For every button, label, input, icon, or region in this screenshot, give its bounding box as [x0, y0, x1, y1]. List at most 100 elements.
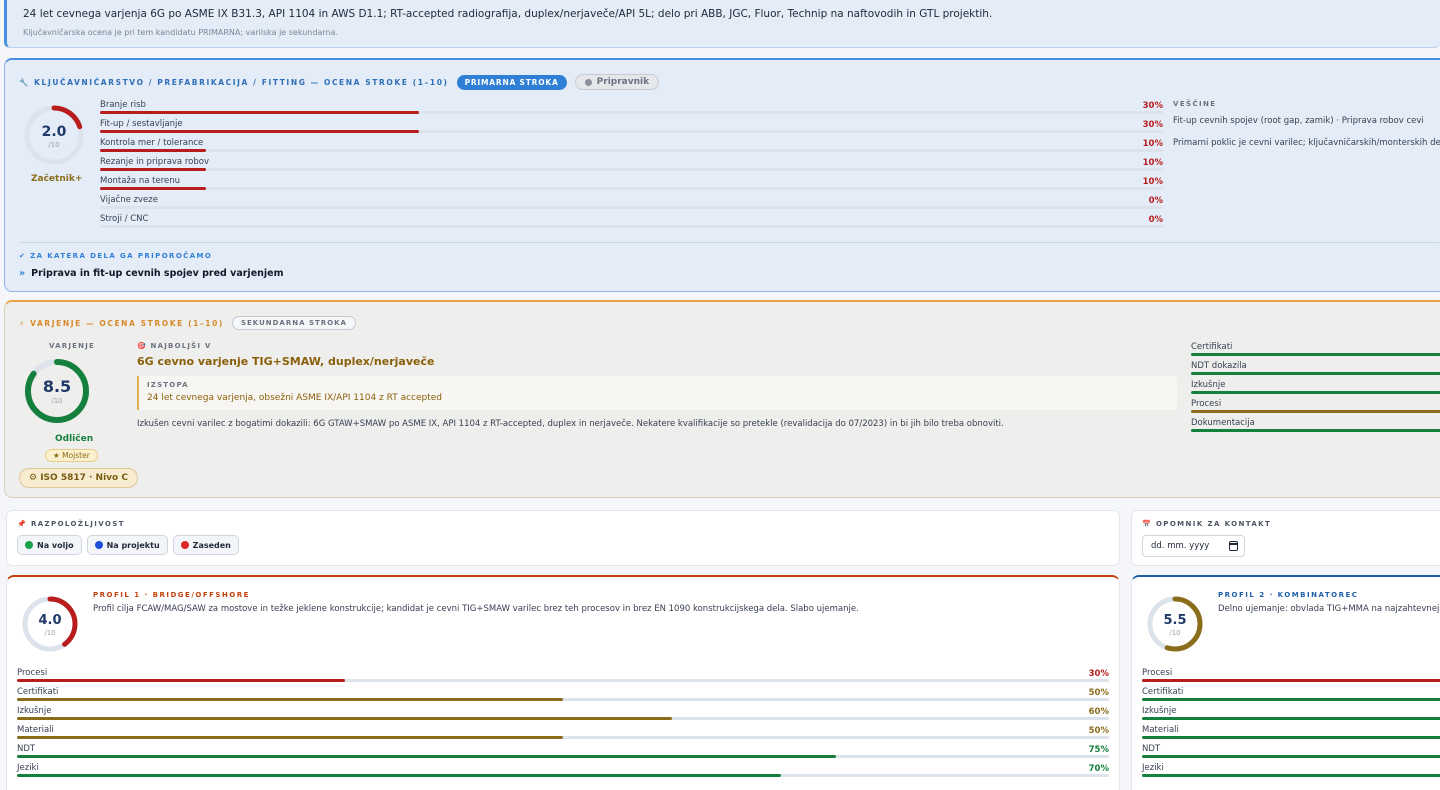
welding-side-bar-row: Izkušnje — [1191, 380, 1440, 399]
profile-1-bar-row: Certifikati 50% — [17, 687, 1109, 706]
fitting-bar-percent: 30% — [1142, 120, 1163, 130]
fitting-bar-row: Vijačne zveze 0% — [100, 195, 1165, 214]
status-dot-icon — [25, 541, 33, 549]
profile-1-bars: Procesi 30% Certifikati 50% Izkušnje 60% Mater… — [17, 668, 1109, 782]
profile-1-bar-fill — [17, 679, 345, 682]
profile-card-1: 4.0 /10 PROFIL 1 · BRIDGE/OFFSHORE Profi… — [6, 575, 1120, 790]
fitting-bar-fill — [100, 168, 207, 171]
fitting-assessment-section: 🔧 KLJUČAVNIČARSTVO / PREFABRIKACIJA / FI… — [4, 58, 1440, 292]
skills-column: VEŠČINE Fit-up cevnih spojev (root gap, … — [1173, 100, 1440, 148]
fitting-bar-percent: 10% — [1142, 139, 1163, 149]
profile-2-bar-label: Certifikati — [1142, 687, 1184, 697]
fitting-bar-row: Kontrola mer / tolerance 10% — [100, 138, 1165, 157]
best-at-panel: 🎯 NAJBOLJŠI V 6G cevno varjenje TIG+SMAW… — [137, 342, 1177, 429]
welding-description: Izkušen cevni varilec z bogatimi dokazil… — [137, 419, 1004, 429]
fitting-bar-track — [100, 130, 1163, 133]
fitting-bar-row: Branje risb 30% — [100, 100, 1165, 119]
profile-1-bar-row: Izkušnje 60% — [17, 706, 1109, 725]
profile-2-bar-row: Certifikati — [1142, 687, 1440, 706]
availability-option-label: Zaseden — [192, 540, 231, 550]
fitting-bar-track — [100, 149, 1163, 152]
bullet-icon: » — [19, 268, 26, 279]
profile-2-bar-track — [1142, 679, 1440, 682]
fitting-bar-track — [100, 206, 1163, 209]
fitting-bar-fill — [100, 111, 419, 114]
welding-side-bar-track — [1191, 353, 1440, 356]
profile-1-score-unit: /10 — [44, 629, 56, 637]
fitting-score-value: 2.0 — [41, 124, 67, 140]
status-dot-icon — [94, 541, 103, 549]
profile-1-bar-percent: 30% — [1088, 669, 1109, 679]
welding-side-bar-row: NDT dokazila — [1191, 361, 1440, 380]
profile-2-bar-fill — [1142, 679, 1440, 682]
profile-1-bar-percent: 75% — [1088, 745, 1109, 755]
date-placeholder: dd. mm. yyyy — [1151, 541, 1210, 551]
contact-date-input[interactable]: dd. mm. yyyy — [1142, 535, 1245, 557]
fitting-bar-percent: 0% — [1148, 196, 1163, 206]
welding-side-bar-track — [1191, 391, 1440, 394]
availability-option[interactable]: Zaseden — [172, 535, 239, 555]
fitting-score-unit: /10 — [48, 141, 60, 149]
fitting-bar-row: Fit-up / sestavljanje 30% — [100, 119, 1165, 138]
profile-2-bar-track — [1142, 698, 1440, 701]
recommend-label: ✔ ZA KATERA DELA GA PRIPOROČAMO — [19, 252, 213, 260]
welding-side-bar-fill — [1191, 410, 1440, 413]
standout-label: IZSTOPA — [147, 381, 189, 389]
profile-1-bar-track — [17, 679, 1109, 682]
profile-2-bar-label: NDT — [1142, 744, 1161, 754]
fitting-bar-track — [100, 111, 1163, 114]
standout-box: IZSTOPA 24 let cevnega varjenja, obsežni… — [137, 376, 1177, 410]
availability-option-label: Na voljo — [37, 540, 74, 550]
profile-2-score-gauge: 5.5 /10 — [1146, 595, 1204, 653]
fitting-bar-track — [100, 225, 1163, 228]
profile-1-bar-fill — [17, 774, 782, 777]
welding-section-title: ⚡ VARJENJE — OCENA STROKE (1–10) — [19, 318, 224, 328]
fitting-bar-percent: 10% — [1142, 177, 1163, 187]
profile-2-bar-label: Izkušnje — [1142, 706, 1177, 716]
level-badge-label: Pripravnik — [596, 77, 650, 87]
profile-1-bar-label: Materiali — [17, 725, 54, 735]
fitting-bar-fill — [100, 187, 207, 190]
primary-trade-badge: PRIMARNA STROKA — [456, 74, 567, 90]
profile-1-score-value: 4.0 — [38, 613, 62, 628]
profile-2-bars: Procesi Certifikati Izkušnje Materiali NDT Je… — [1142, 668, 1440, 782]
iso-badge: ⚙ ISO 5817 · Nivo C — [19, 468, 138, 488]
welding-side-bar-row: Dokumentacija — [1191, 418, 1440, 437]
profile-1-bar-percent: 50% — [1088, 688, 1109, 698]
welding-side-bar-fill — [1191, 353, 1440, 356]
welding-side-bar-fill — [1191, 429, 1440, 432]
recommendations: ✔ ZA KATERA DELA GA PRIPOROČAMO » Priprav… — [19, 252, 284, 279]
fitting-section-title: 🔧 KLJUČAVNIČARSTVO / PREFABRIKACIJA / FI… — [19, 77, 449, 87]
availability-option[interactable]: Na projektu — [86, 535, 168, 555]
fitting-bar-percent: 0% — [1148, 215, 1163, 225]
availability-label: 📌 RAZPOLOŽLJIVOST — [17, 520, 125, 528]
profile-2-bar-row: Izkušnje — [1142, 706, 1440, 725]
profile-2-bar-label: Jeziki — [1142, 763, 1164, 773]
availability-option-label: Na projektu — [106, 540, 160, 550]
contact-reminder-panel: 📅 OPOMNIK ZA KONTAKT dd. mm. yyyy — [1131, 510, 1440, 566]
fitting-bar-label: Rezanje in priprava robov — [100, 157, 209, 167]
profile-1-bar-percent: 70% — [1088, 764, 1109, 774]
fitting-score-gauge: 2.0 /10 — [23, 104, 85, 166]
fitting-bar-track — [100, 168, 1163, 171]
fitting-bar-track — [100, 187, 1163, 190]
profile-1-bar-fill — [17, 717, 673, 720]
fitting-bar-row: Stroji / CNC 0% — [100, 214, 1165, 233]
profile-2-bar-label: Procesi — [1142, 668, 1173, 678]
profile-2-bar-fill — [1142, 717, 1440, 720]
welding-side-bar-row: Certifikati — [1191, 342, 1440, 361]
profile-1-bar-fill — [17, 755, 836, 758]
fitting-bar-label: Vijačne zveze — [100, 195, 158, 205]
best-at-label: 🎯 NAJBOLJŠI V — [137, 342, 212, 350]
welding-side-bar-fill — [1191, 372, 1440, 375]
fitting-bar-label: Kontrola mer / tolerance — [100, 138, 204, 148]
welding-side-bar-track — [1191, 372, 1440, 375]
fitting-bar-label: Stroji / CNC — [100, 214, 149, 224]
fitting-bar-fill — [100, 149, 207, 152]
profile-2-bar-fill — [1142, 698, 1440, 701]
skills-line-1: Fit-up cevnih spojev (root gap, zamik) ·… — [1173, 116, 1424, 126]
calendar-icon[interactable] — [1229, 541, 1238, 551]
skills-line-2: Primarni poklic je cevni varilec; ključa… — [1173, 138, 1440, 148]
availability-option[interactable]: Na voljo — [17, 535, 82, 555]
profile-1-title: PROFIL 1 · BRIDGE/OFFSHORE — [93, 591, 250, 599]
